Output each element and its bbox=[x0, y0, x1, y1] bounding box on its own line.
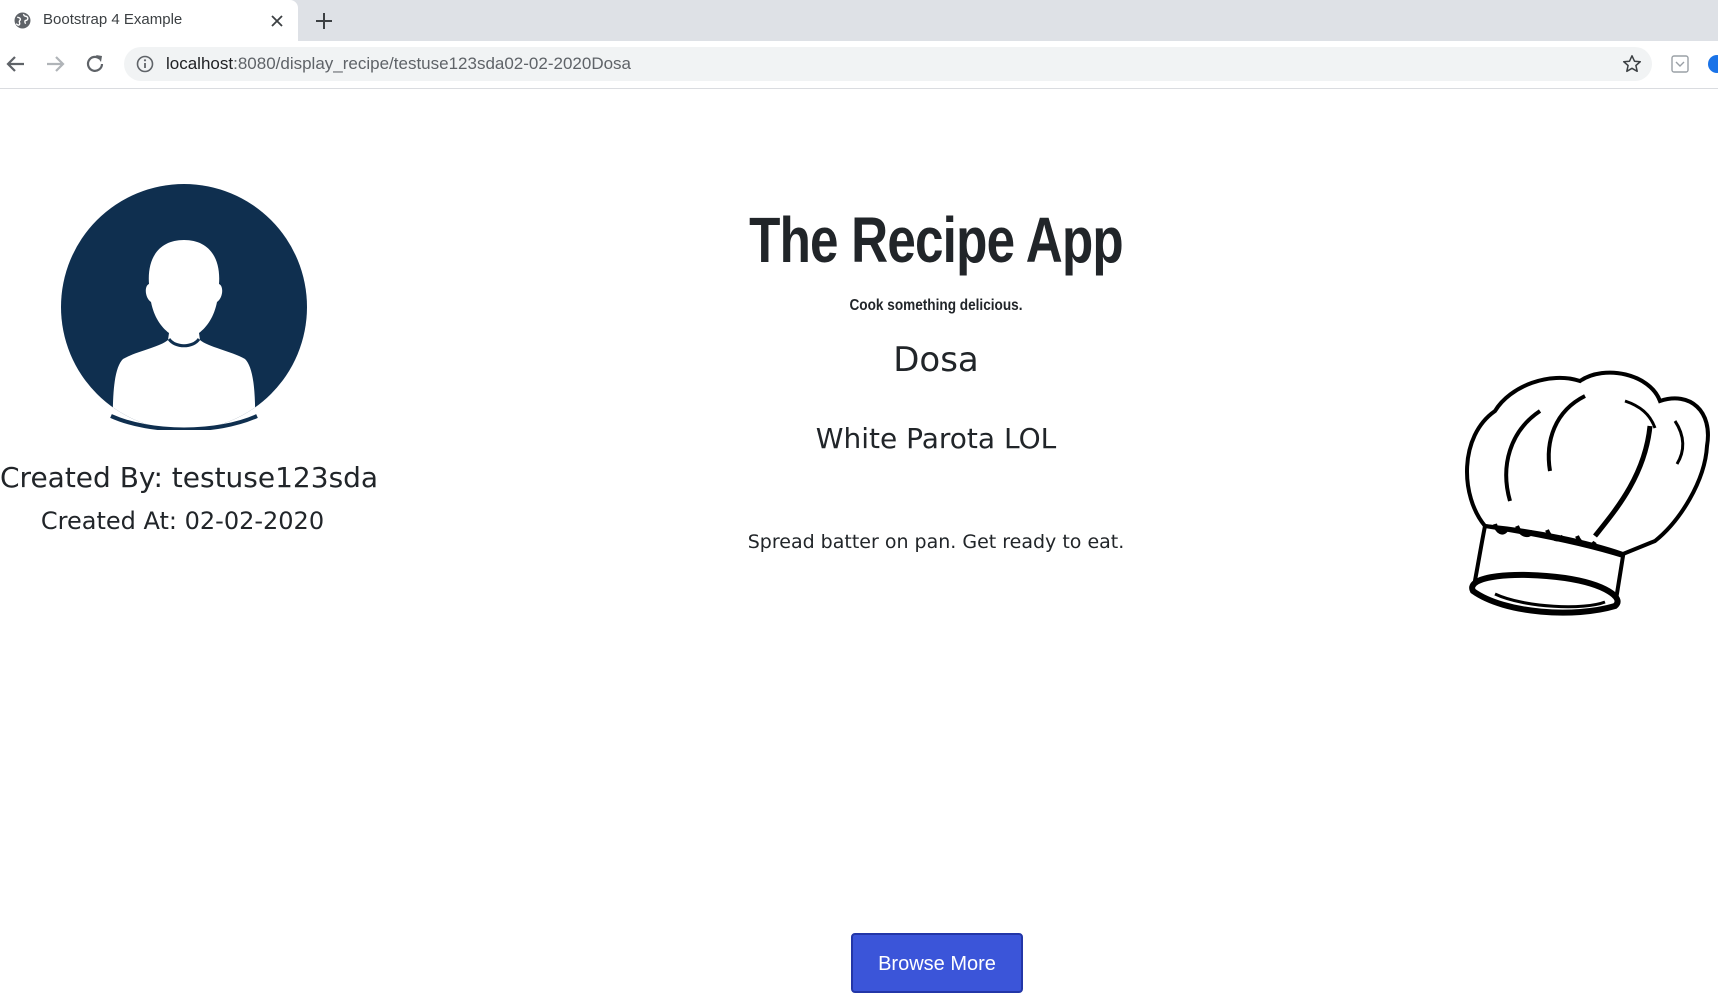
browse-more-button[interactable]: Browse More bbox=[851, 933, 1023, 993]
page-title: The Recipe App bbox=[749, 204, 1124, 276]
browser-tabstrip: Bootstrap 4 Example bbox=[0, 0, 1718, 41]
forward-arrow-icon[interactable] bbox=[44, 53, 66, 75]
back-arrow-icon[interactable] bbox=[5, 53, 27, 75]
url-host: localhost bbox=[166, 54, 234, 73]
plus-icon[interactable] bbox=[314, 11, 334, 31]
recipe-description: White Parota LOL bbox=[815, 422, 1057, 455]
created-by-text: Created By: testuse123sda bbox=[0, 461, 379, 494]
globe-icon bbox=[14, 12, 31, 29]
recipe-name: Dosa bbox=[893, 340, 979, 380]
tagline: Cook something delicious. bbox=[849, 297, 1023, 314]
chef-hat-icon bbox=[1465, 370, 1710, 616]
info-icon[interactable] bbox=[136, 55, 154, 73]
recipe-steps: Spread batter on pan. Get ready to eat. bbox=[747, 531, 1125, 553]
browser-tab[interactable]: Bootstrap 4 Example bbox=[0, 0, 298, 41]
star-icon[interactable] bbox=[1622, 54, 1642, 74]
browser-toolbar: localhost:8080/display_recipe/testuse123… bbox=[0, 41, 1718, 89]
created-at-text: Created At: 02-02-2020 bbox=[40, 507, 325, 535]
url-text[interactable]: localhost:8080/display_recipe/testuse123… bbox=[166, 54, 631, 74]
address-bar[interactable]: localhost:8080/display_recipe/testuse123… bbox=[124, 47, 1652, 81]
tab-title: Bootstrap 4 Example bbox=[43, 11, 183, 28]
user-avatar-icon bbox=[61, 184, 307, 430]
profile-icon[interactable] bbox=[1708, 55, 1718, 73]
close-icon[interactable] bbox=[269, 13, 285, 29]
url-path: :8080/display_recipe/testuse123sda02-02-… bbox=[233, 54, 631, 73]
reload-icon[interactable] bbox=[84, 53, 106, 75]
extension-icon[interactable] bbox=[1670, 54, 1690, 74]
